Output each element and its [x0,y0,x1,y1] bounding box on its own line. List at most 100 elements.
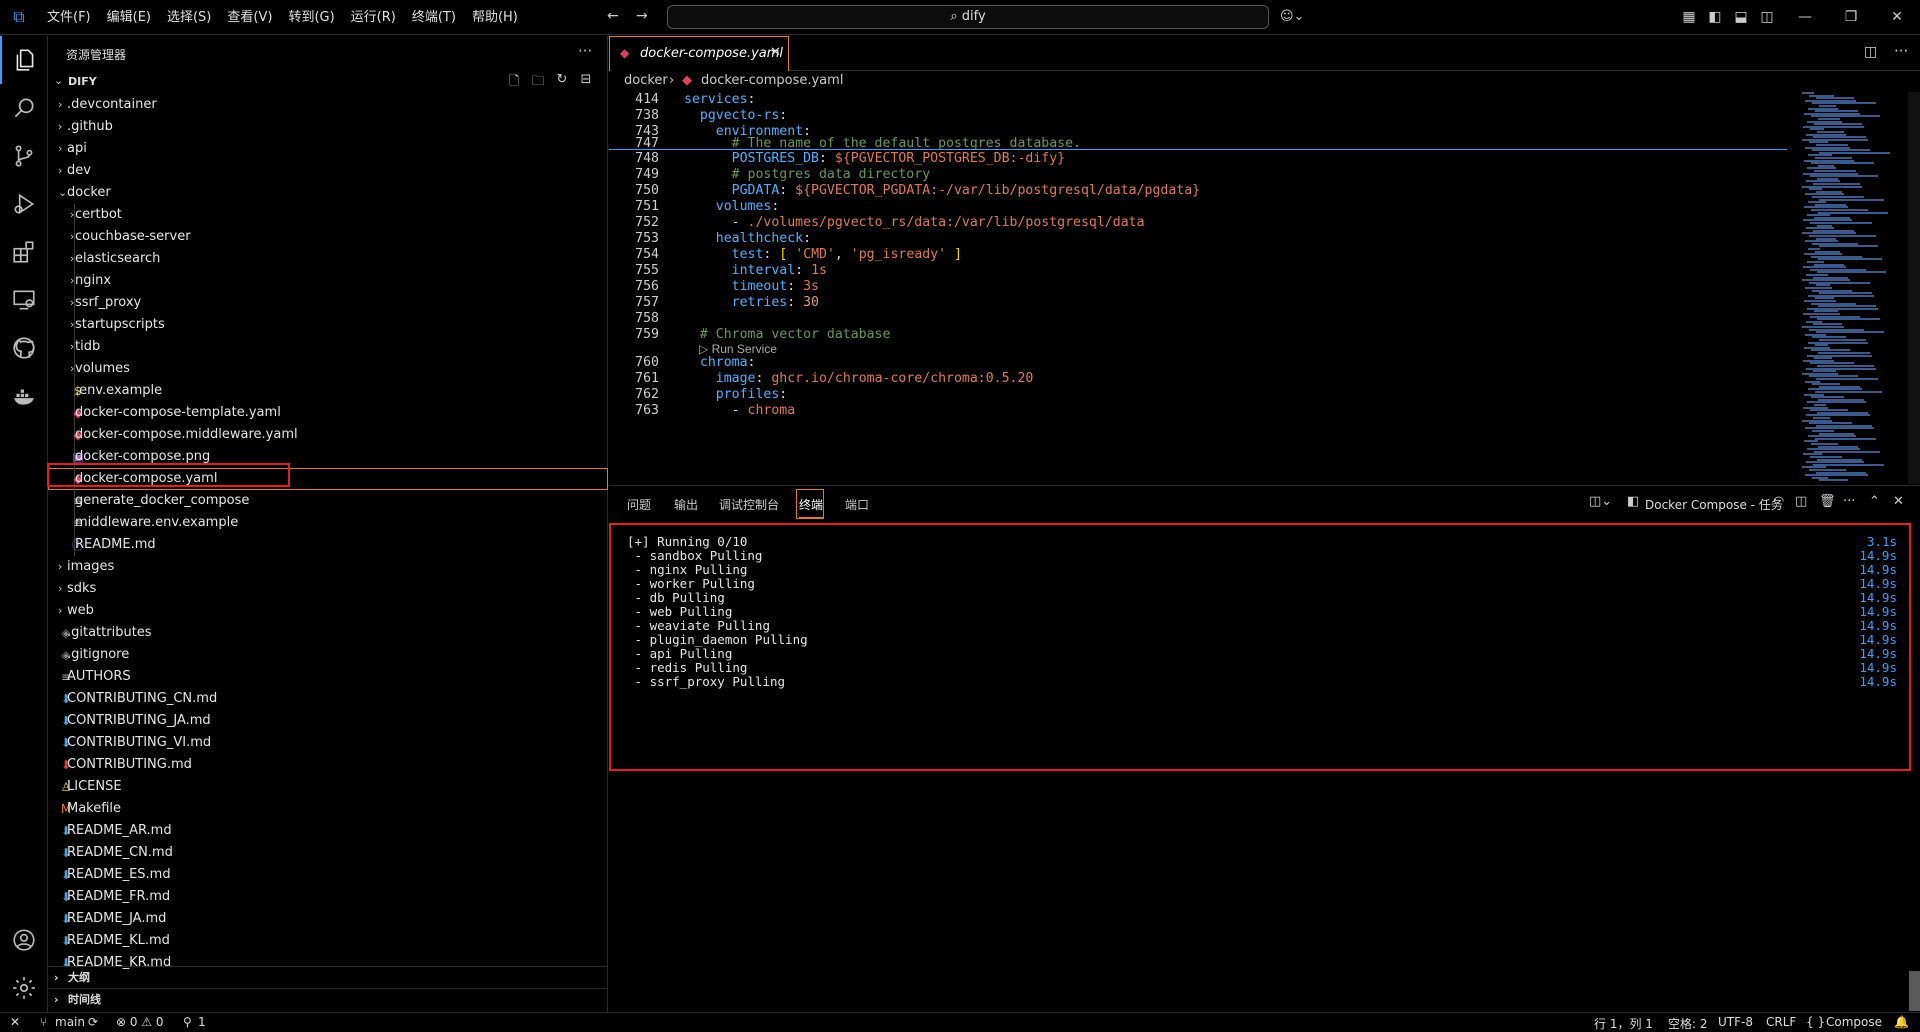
file-item[interactable]: $ .env.example [48,380,608,402]
folder-item[interactable]: › .github [48,116,608,138]
folder-item[interactable]: › elasticsearch [48,248,608,270]
menu-edit[interactable]: 编辑(E) [100,0,158,35]
settings-gear-icon[interactable] [0,964,48,1012]
run-service-codelens[interactable]: ▷ Run Service [699,342,777,356]
search-icon[interactable] [0,84,48,132]
tab-ports[interactable]: 端口 [845,496,869,513]
folder-item[interactable]: › certbot [48,204,608,226]
panel-more-icon[interactable]: ··· [1843,494,1855,509]
menu-view[interactable]: 查看(V) [220,0,279,35]
minimap[interactable] [1798,92,1908,484]
file-item[interactable]: ♙ LICENSE [48,776,608,798]
split-terminal-icon[interactable]: ◫ [1795,494,1807,509]
folder-item[interactable]: › tidb [48,336,608,358]
close-tab-icon[interactable]: ✕ [770,45,781,60]
minimize-icon[interactable]: — [1790,0,1820,35]
file-item[interactable]: ≡ generate_docker_compose [48,490,608,512]
problems-count[interactable]: ⊗ 0 ⚠ 0 [116,1015,164,1029]
editor-more-actions-icon[interactable]: ··· [1894,42,1908,60]
accounts-icon[interactable] [0,916,48,964]
file-item[interactable]: ◆ docker-compose-template.yaml [48,402,608,424]
terminal-scrollbar[interactable] [1909,971,1920,1011]
workspace-root[interactable]: ⌄ DIFY [48,72,608,92]
sync-icon[interactable]: ⟳ [88,1015,98,1029]
file-item[interactable]: ⬇ CONTRIBUTING_JA.md [48,710,608,732]
file-item[interactable]: ⬇ CONTRIBUTING_VI.md [48,732,608,754]
more-actions-icon[interactable]: ··· [578,42,592,60]
new-folder-icon[interactable]: 🗀 [528,72,548,92]
language-mode[interactable]: Compose [1826,1015,1882,1029]
maximize-panel-icon[interactable]: ⌃ [1869,494,1880,509]
file-item[interactable]: ≡ middleware.env.example [48,512,608,534]
indentation[interactable]: 空格: 2 [1668,1015,1708,1032]
file-item[interactable]: ◈ .gitignore [48,644,608,666]
folder-item[interactable]: › web [48,600,608,622]
folder-item[interactable]: › startupscripts [48,314,608,336]
file-item[interactable]: ◆ docker-compose.middleware.yaml [48,424,608,446]
file-item[interactable]: ⬇ README_FR.md [48,886,608,908]
refresh-icon[interactable]: ↻ [552,72,572,92]
encoding[interactable]: UTF-8 [1718,1015,1753,1029]
outline-section[interactable]: › 大纲 [48,966,608,988]
github-icon[interactable] [0,324,48,372]
end-of-line[interactable]: CRLF [1766,1015,1796,1029]
menu-help[interactable]: 帮助(H) [465,0,525,35]
close-panel-icon[interactable]: ✕ [1893,494,1904,509]
folder-item[interactable]: › dev [48,160,608,182]
command-center-search[interactable]: ⌕ dify [667,5,1269,29]
file-item[interactable]: ⬇ CONTRIBUTING.md [48,754,608,776]
folder-item[interactable]: ⌄ docker [48,182,608,204]
source-control-icon[interactable] [0,132,48,180]
file-item[interactable]: ⬇ README_ES.md [48,864,608,886]
folder-item[interactable]: › ssrf_proxy [48,292,608,314]
tab-docker-compose-yaml[interactable]: ◆ docker-compose.yaml ✕ [609,36,789,71]
notifications-bell-icon[interactable]: 🔔 [1894,1015,1909,1029]
folder-item[interactable]: › api [48,138,608,160]
menu-go[interactable]: 转到(G) [281,0,341,35]
new-file-icon[interactable]: 🗋 [504,72,524,92]
file-item[interactable]: ◈ .gitattributes [48,622,608,644]
file-item[interactable]: ⬇ CONTRIBUTING_CN.md [48,688,608,710]
tab-output[interactable]: 输出 [674,496,698,513]
explorer-icon[interactable] [0,36,48,84]
breadcrumb-folder[interactable]: docker [624,73,668,88]
menu-terminal[interactable]: 终端(T) [405,0,463,35]
folder-item[interactable]: › sdks [48,578,608,600]
file-item[interactable]: ⬇ README_CN.md [48,842,608,864]
remote-indicator-icon[interactable]: ✕ [10,1015,20,1029]
file-item[interactable]: M Makefile [48,798,608,820]
menu-selection[interactable]: 选择(S) [160,0,218,35]
editor-scrollbar[interactable] [1908,92,1920,484]
forward-arrow-icon[interactable]: → [636,8,648,24]
branch-name[interactable]: main [55,1015,85,1029]
toggle-secondary-sidebar-icon[interactable]: ◫ [1752,0,1782,35]
breadcrumb-file[interactable]: docker-compose.yaml [701,73,843,88]
close-window-icon[interactable]: ✕ [1882,0,1912,35]
menu-file[interactable]: 文件(F) [40,0,98,35]
folder-item[interactable]: › volumes [48,358,608,380]
file-item[interactable]: ⬇ README_AR.md [48,820,608,842]
ports-count[interactable]: 1 [198,1015,206,1029]
kill-terminal-icon[interactable]: 🗑 [1819,494,1836,509]
folder-item[interactable]: › nginx [48,270,608,292]
folder-item[interactable]: › couchbase-server [48,226,608,248]
file-item[interactable]: ⓘ README.md [48,534,608,556]
folder-item[interactable]: › images [48,556,608,578]
split-editor-icon[interactable]: ◫ [1864,44,1877,60]
timeline-section[interactable]: › 时间线 [48,988,608,1010]
tab-problems[interactable]: 问题 [627,496,651,513]
back-arrow-icon[interactable]: ← [607,8,619,24]
file-item[interactable]: ⬇ README_KL.md [48,930,608,952]
collapse-all-icon[interactable]: ⊟ [576,72,596,92]
code-editor[interactable]: 414 services: 738 pgvecto-rs: 743 environme… [609,92,1799,484]
file-item[interactable]: ≡ AUTHORS [48,666,608,688]
file-item[interactable]: ⬇ README_JA.md [48,908,608,930]
menu-run[interactable]: 运行(R) [344,0,403,35]
terminal-name[interactable]: Docker Compose - 任务 [1645,496,1783,513]
cursor-position[interactable]: 行 1，列 1 [1594,1015,1653,1032]
terminal-layout-icon[interactable]: ◫⌄ [1589,494,1612,509]
remote-explorer-icon[interactable] [0,276,48,324]
extensions-icon[interactable] [0,228,48,276]
copilot-icon[interactable]: ☺⌄ [1280,9,1304,24]
folder-item[interactable]: › .devcontainer [48,94,608,116]
